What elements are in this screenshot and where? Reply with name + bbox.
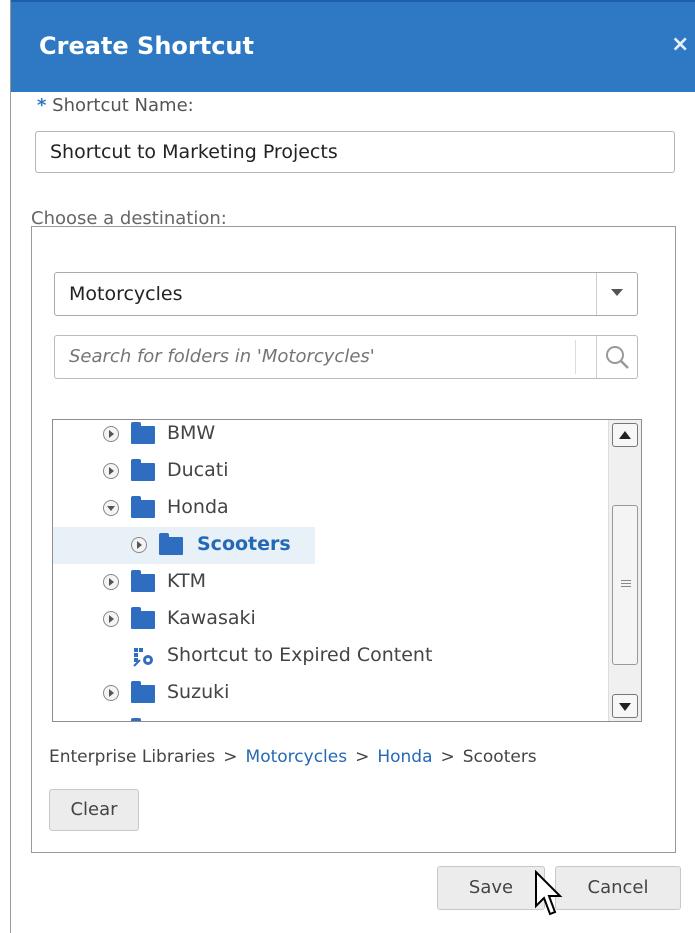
expand-icon[interactable]: [131, 537, 147, 553]
chevron-down-icon[interactable]: [596, 273, 637, 315]
shortcut-name-input[interactable]: Shortcut to Marketing Projects: [35, 131, 675, 173]
scroll-up-icon[interactable]: [612, 423, 638, 447]
tree-item-scooters[interactable]: Scooters: [53, 527, 315, 564]
tree-item-kawasaki[interactable]: Kawasaki: [53, 601, 603, 638]
tree-item-shortcut[interactable]: Shortcut to Expired Content: [53, 638, 603, 675]
folder-tree: BMW Ducati Honda Scooters KTM Kawasaki S…: [52, 419, 642, 722]
expand-icon[interactable]: [103, 426, 119, 442]
dialog-title-bar[interactable]: Create Shortcut ×: [11, 0, 695, 92]
tree-item-ducati[interactable]: Ducati: [53, 453, 603, 490]
expand-icon[interactable]: [103, 611, 119, 627]
search-icon[interactable]: [596, 336, 637, 378]
tree-item-honda[interactable]: Honda: [53, 490, 603, 527]
cancel-button[interactable]: Cancel: [555, 866, 681, 910]
folder-search-input[interactable]: [67, 345, 541, 368]
close-icon[interactable]: ×: [671, 32, 689, 57]
breadcrumb-link-honda[interactable]: Honda: [377, 747, 432, 767]
tree-item-label: Suzuki: [167, 681, 230, 703]
create-shortcut-dialog: Create Shortcut × * Shortcut Name: Short…: [10, 0, 695, 933]
shortcut-icon: [133, 648, 153, 667]
breadcrumb-root: Enterprise Libraries: [49, 747, 216, 767]
destination-panel: Motorcycles BMW: [31, 226, 676, 853]
folder-icon: [131, 570, 155, 592]
tree-item-label: Ducati: [167, 459, 229, 481]
save-button[interactable]: Save: [437, 866, 545, 910]
mouse-cursor-icon: [535, 870, 563, 916]
tree-scrollbar[interactable]: [608, 420, 641, 721]
folder-icon: [131, 607, 155, 629]
collapse-icon[interactable]: [103, 500, 119, 516]
expand-icon[interactable]: [103, 463, 119, 479]
library-select[interactable]: Motorcycles: [54, 272, 638, 316]
tree-item-label: BMW: [167, 422, 216, 444]
expand-icon[interactable]: [103, 685, 119, 701]
expand-icon[interactable]: [103, 574, 119, 590]
folder-icon: [131, 422, 155, 444]
tree-item-bmw[interactable]: BMW: [53, 420, 603, 453]
tree-item-label: KTM: [167, 570, 206, 592]
folder-icon: [159, 533, 183, 555]
folder-icon: [131, 681, 155, 703]
tree-item-label: Scooters: [197, 533, 291, 555]
breadcrumb-separator: >: [355, 747, 370, 767]
tree-item-label: Honda: [167, 496, 229, 518]
breadcrumb-link-motorcycles[interactable]: Motorcycles: [246, 747, 348, 767]
folder-icon: [131, 496, 155, 518]
breadcrumb: Enterprise Libraries > Motorcycles > Honda > S…: [49, 747, 537, 767]
dialog-title: Create Shortcut: [39, 32, 254, 60]
tree-item-ktm[interactable]: KTM: [53, 564, 603, 601]
tree-item-label: Shortcut to Expired Content: [167, 644, 433, 666]
tree-item-suzuki[interactable]: Suzuki: [53, 675, 603, 712]
shortcut-name-label: * Shortcut Name:: [37, 95, 194, 116]
scroll-down-icon[interactable]: [612, 694, 638, 718]
shortcut-name-label-text: Shortcut Name:: [52, 95, 194, 116]
library-select-value: Motorcycles: [69, 283, 183, 305]
breadcrumb-separator: >: [440, 747, 455, 767]
tree-item-partial: [53, 712, 603, 721]
scrollbar-thumb[interactable]: [612, 505, 638, 665]
clear-button[interactable]: Clear: [49, 789, 139, 831]
required-mark: *: [37, 95, 47, 116]
breadcrumb-current: Scooters: [462, 747, 537, 767]
folder-search-box[interactable]: [54, 335, 638, 379]
breadcrumb-separator: >: [223, 747, 238, 767]
tree-item-label: Kawasaki: [167, 607, 256, 629]
folder-icon: [131, 459, 155, 481]
search-divider: [575, 340, 576, 374]
